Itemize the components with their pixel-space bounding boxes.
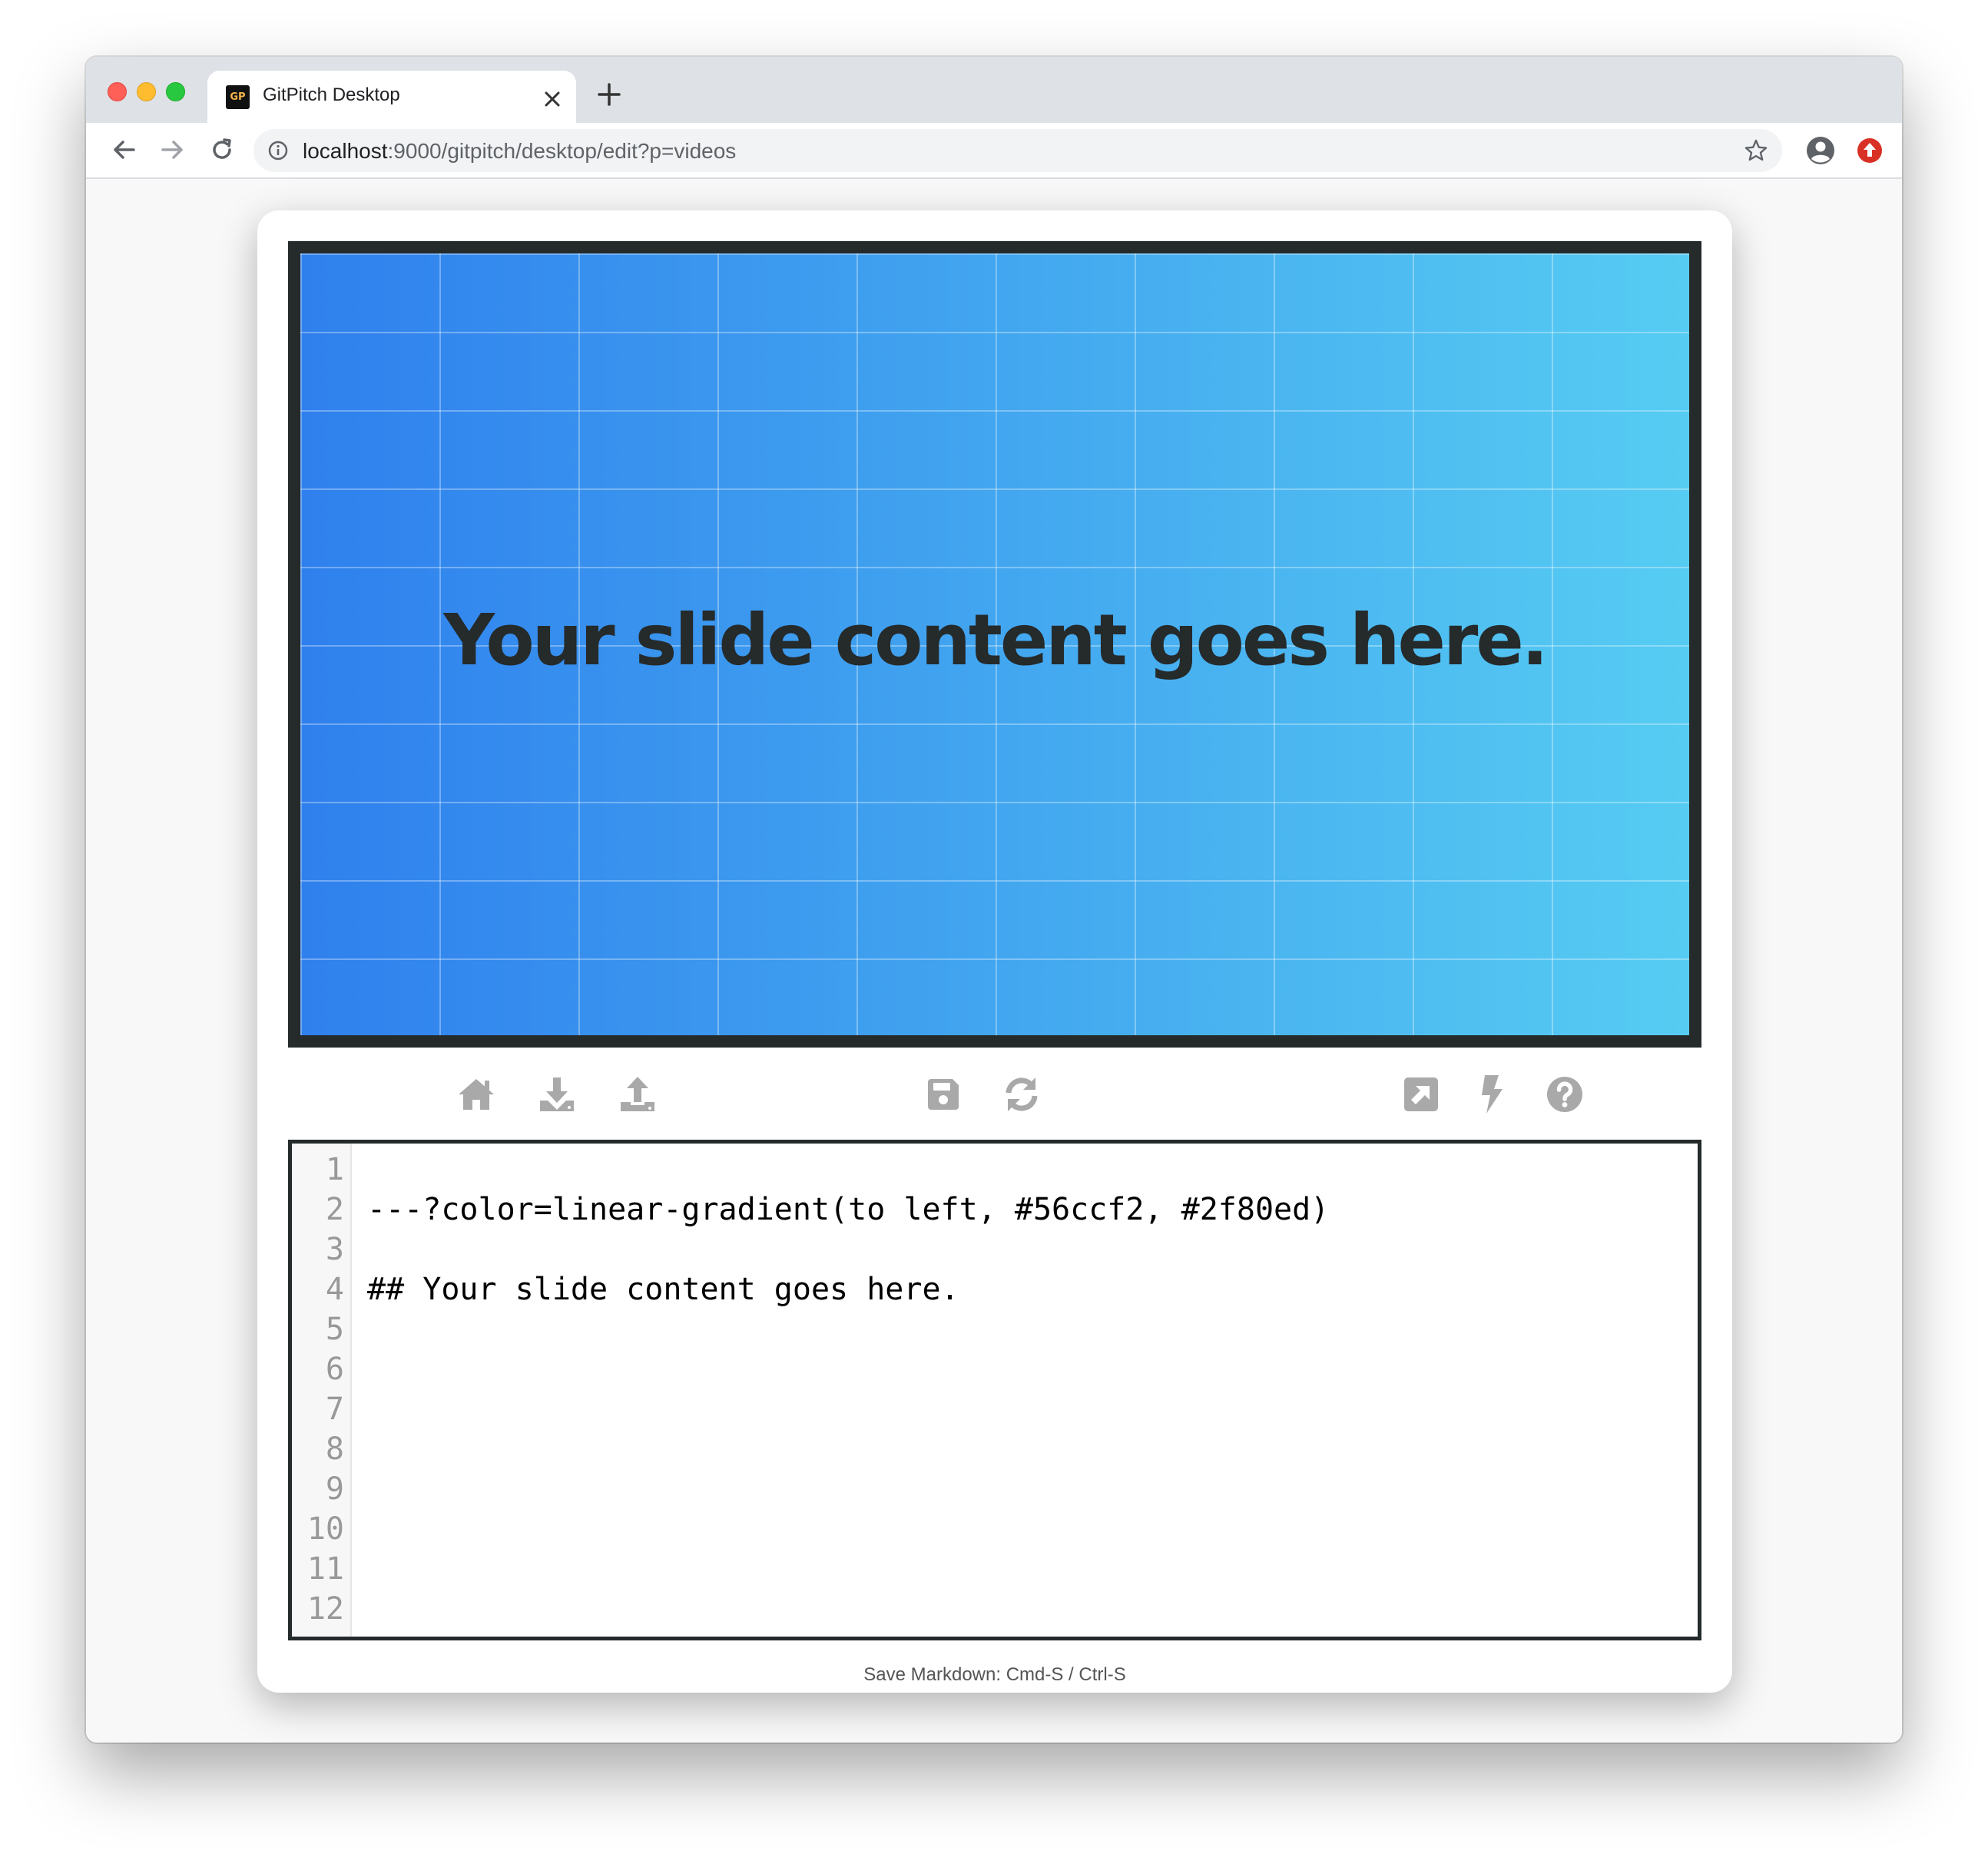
help-icon[interactable] <box>1542 1071 1588 1117</box>
new-tab-icon[interactable] <box>596 72 622 114</box>
address-bar[interactable]: localhost:9000/gitpitch/desktop/edit?p=v… <box>253 129 1782 172</box>
line-number: 4 <box>325 1272 344 1307</box>
code-line[interactable]: ---?color=linear-gradient(to left, #56cc… <box>367 1190 1329 1230</box>
home-icon[interactable] <box>453 1071 499 1117</box>
line-number: 12 <box>306 1591 344 1627</box>
line-number: 6 <box>325 1352 344 1387</box>
editor-card: Your slide content goes here. 1 2 3 4 5 … <box>257 210 1732 1693</box>
line-number: 7 <box>325 1392 344 1427</box>
page-content: Your slide content goes here. 1 2 3 4 5 … <box>86 179 1902 1743</box>
tab-strip: GP GitPitch Desktop <box>86 57 1902 123</box>
reload-icon[interactable] <box>204 132 240 167</box>
line-number: 8 <box>325 1432 344 1467</box>
markdown-editor[interactable]: 1 2 3 4 5 6 7 8 9 10 11 12 ---?color=lin… <box>288 1140 1701 1640</box>
code-line[interactable]: ## Your slide content goes here. <box>367 1269 959 1309</box>
tab-title: GitPitch Desktop <box>263 84 400 105</box>
line-number: 9 <box>325 1471 344 1507</box>
close-icon[interactable] <box>542 81 562 114</box>
save-icon[interactable] <box>920 1071 966 1117</box>
line-number: 11 <box>306 1551 344 1587</box>
line-number: 10 <box>306 1511 344 1547</box>
extension-icon[interactable] <box>1856 137 1884 168</box>
star-icon[interactable] <box>1744 138 1768 167</box>
favicon: GP <box>226 85 250 109</box>
browser-window: GP GitPitch Desktop localhost:9000/gitpi… <box>86 57 1902 1743</box>
external-link-icon[interactable] <box>1398 1071 1444 1117</box>
save-shortcut-hint: Save Markdown: Cmd-S / Ctrl-S <box>863 1664 1126 1685</box>
tab-gitpitch-desktop[interactable]: GP GitPitch Desktop <box>207 71 576 123</box>
slide-heading: Your slide content goes here. <box>443 598 1548 681</box>
info-icon[interactable] <box>267 140 289 165</box>
download-icon[interactable] <box>534 1071 580 1117</box>
back-arrow-icon[interactable] <box>106 132 141 167</box>
url-text: localhost:9000/gitpitch/desktop/edit?p=v… <box>303 139 736 164</box>
profile-icon[interactable] <box>1805 135 1836 170</box>
line-number-gutter: 1 2 3 4 5 6 7 8 9 10 11 12 <box>292 1144 352 1637</box>
forward-arrow-icon[interactable] <box>155 132 191 167</box>
minimize-window-button[interactable] <box>137 82 156 101</box>
line-number: 5 <box>325 1312 344 1347</box>
bolt-icon[interactable] <box>1469 1071 1516 1117</box>
close-window-button[interactable] <box>108 82 127 101</box>
line-number: 3 <box>325 1232 344 1267</box>
maximize-window-button[interactable] <box>166 82 185 101</box>
line-number: 1 <box>325 1152 344 1187</box>
url-host: localhost <box>303 139 388 163</box>
action-toolbar <box>257 1067 1732 1120</box>
line-number: 2 <box>325 1192 344 1227</box>
upload-icon[interactable] <box>615 1071 661 1117</box>
slide-preview: Your slide content goes here. <box>288 241 1701 1048</box>
browser-toolbar: localhost:9000/gitpitch/desktop/edit?p=v… <box>86 123 1902 179</box>
url-path: :9000/gitpitch/desktop/edit?p=videos <box>387 139 737 163</box>
refresh-icon[interactable] <box>999 1071 1045 1117</box>
